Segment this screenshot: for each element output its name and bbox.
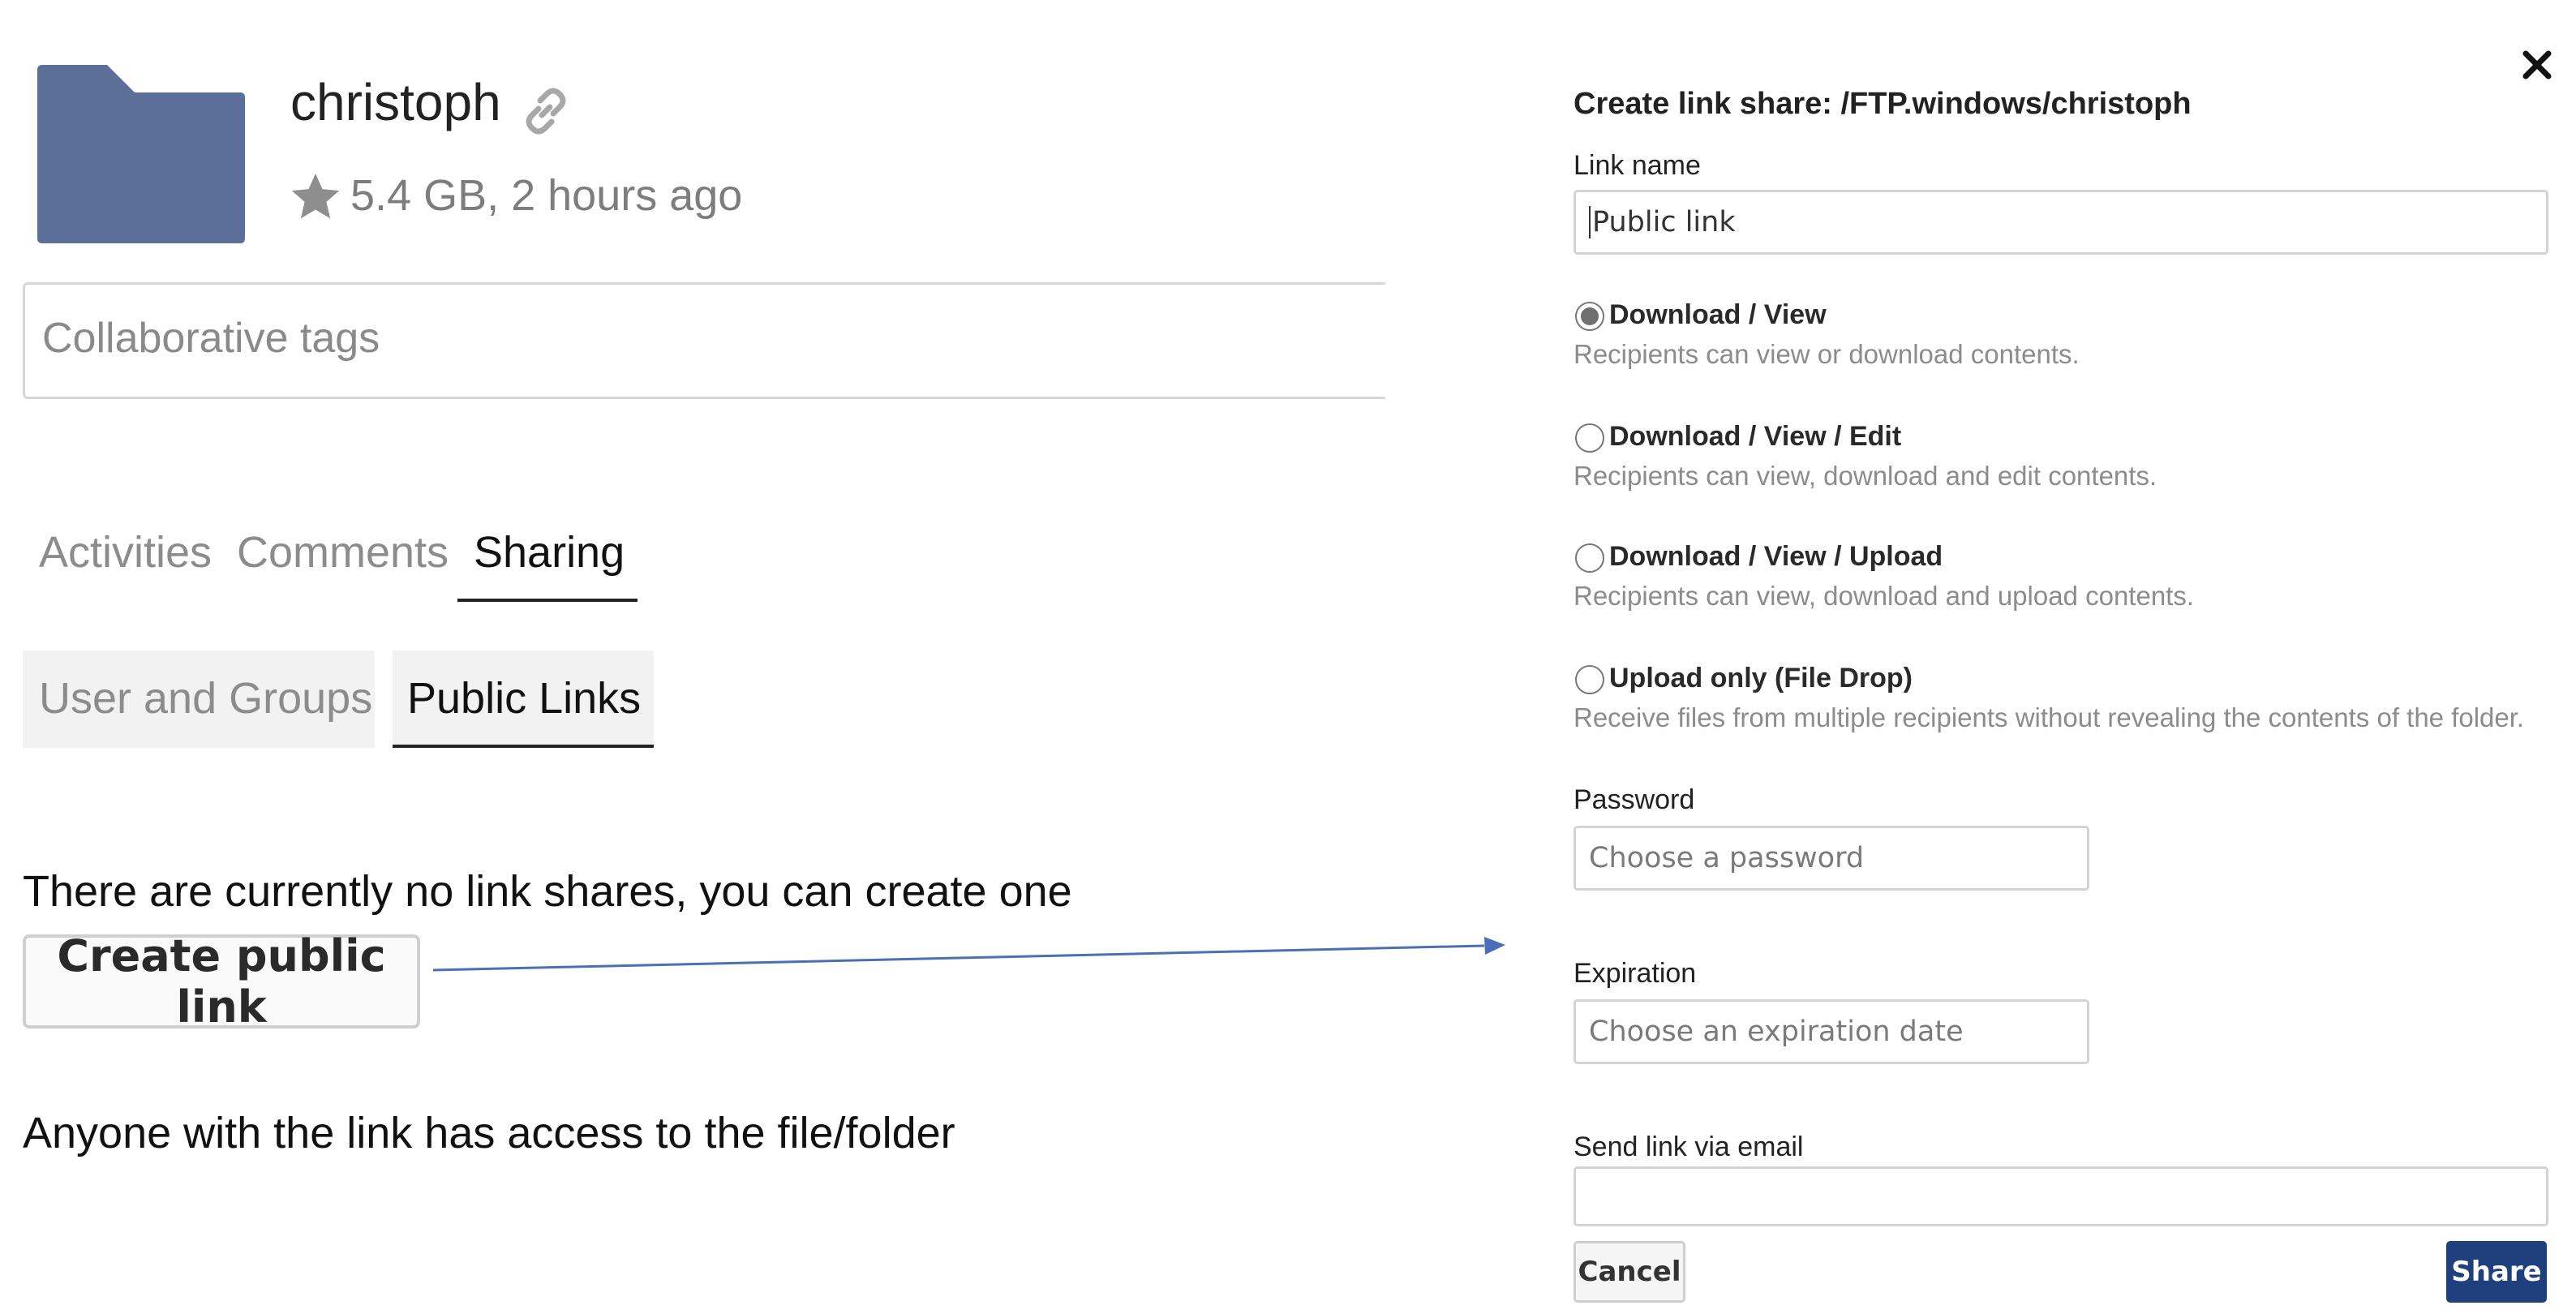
password-input[interactable]: Choose a password: [1574, 826, 2089, 891]
radio-download-view-edit[interactable]: [1575, 423, 1604, 453]
expiration-label: Expiration: [1574, 958, 1697, 989]
file-meta: 5.4 GB, 2 hours ago: [350, 171, 743, 220]
annotation-arrow: [432, 937, 1505, 972]
folder-icon: [37, 65, 245, 243]
subtab-public-links[interactable]: Public Links: [407, 670, 641, 727]
send-email-input[interactable]: [1574, 1166, 2548, 1226]
link-icon[interactable]: [519, 84, 573, 138]
tab-activities[interactable]: Activities: [39, 524, 212, 581]
close-icon[interactable]: [2518, 45, 2557, 84]
cancel-button[interactable]: Cancel: [1574, 1241, 1685, 1303]
link-name-label: Link name: [1574, 150, 1701, 181]
option-download-view-edit-title[interactable]: Download / View / Edit: [1609, 419, 1901, 454]
subtab-user-and-groups[interactable]: User and Groups: [39, 670, 372, 727]
star-icon[interactable]: [287, 169, 344, 225]
create-public-link-button[interactable]: Create public link: [23, 930, 420, 1033]
send-email-label: Send link via email: [1574, 1132, 1804, 1162]
file-name: christoph: [290, 73, 501, 131]
no-link-shares-message: There are currently no link shares, you …: [23, 867, 1072, 916]
option-upload-only-desc: Receive files from multiple recipients w…: [1574, 702, 2525, 732]
text-caret: [1589, 206, 1591, 238]
collaborative-tags-placeholder: Collaborative tags: [42, 315, 380, 362]
link-name-input[interactable]: Public link: [1574, 190, 2548, 255]
option-download-view-upload-desc: Recipients can view, download and upload…: [1574, 581, 2195, 611]
radio-download-view[interactable]: [1575, 302, 1604, 331]
option-download-view-edit-desc: Recipients can view, download and edit c…: [1574, 461, 2157, 491]
option-download-view-upload-title[interactable]: Download / View / Upload: [1609, 539, 1943, 574]
expiration-date-input[interactable]: Choose an expiration date: [1574, 999, 2089, 1064]
tab-comments[interactable]: Comments: [237, 524, 449, 581]
radio-download-view-upload[interactable]: [1575, 543, 1604, 573]
link-access-note: Anyone with the link has access to the f…: [23, 1109, 955, 1157]
link-name-value: Public link: [1592, 206, 1736, 238]
dialog-title: Create link share: /FTP.windows/christop…: [1574, 87, 2192, 121]
password-label: Password: [1574, 784, 1695, 815]
option-download-view-title[interactable]: Download / View: [1609, 297, 1827, 333]
tab-sharing[interactable]: Sharing: [474, 524, 625, 581]
radio-upload-only[interactable]: [1575, 665, 1604, 694]
option-download-view-desc: Recipients can view or download contents…: [1574, 339, 2080, 369]
radio-selected-dot: [1581, 307, 1599, 325]
share-button[interactable]: Share: [2446, 1241, 2547, 1303]
active-tab-indicator: [457, 599, 638, 602]
option-upload-only-title[interactable]: Upload only (File Drop): [1609, 660, 1913, 696]
active-subtab-indicator: [393, 745, 654, 748]
